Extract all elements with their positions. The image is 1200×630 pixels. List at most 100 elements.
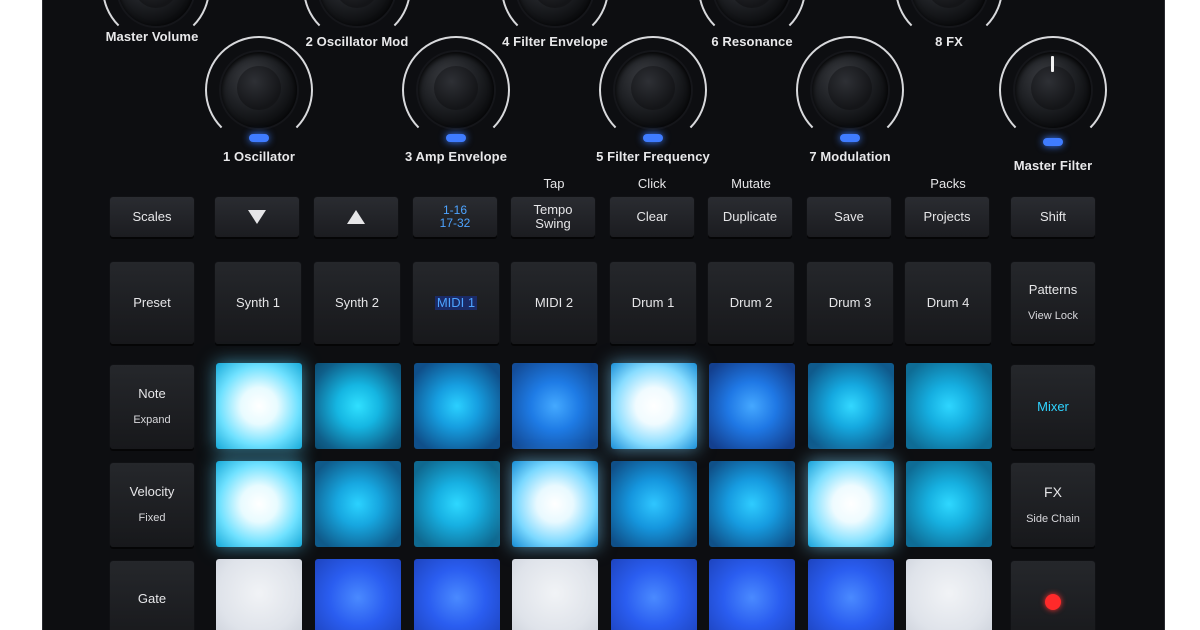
gate-button[interactable]: Gate [110, 561, 194, 630]
preset-button[interactable]: Preset [110, 262, 194, 344]
label-filter-envelope: 4 Filter Envelope [502, 34, 608, 49]
pad[interactable] [216, 461, 302, 547]
shift-label-click: Click [637, 176, 667, 191]
label-master-volume: Master Volume [105, 29, 199, 44]
pad[interactable] [709, 461, 795, 547]
page-label-2: 17-32 [439, 216, 471, 230]
label-master-filter: Master Filter [1013, 158, 1093, 173]
pad[interactable] [709, 559, 795, 630]
pad[interactable] [906, 559, 992, 630]
clear-label: Clear [636, 209, 668, 225]
pad[interactable] [512, 363, 598, 449]
expand-label: Expand [133, 414, 171, 427]
pad[interactable] [216, 363, 302, 449]
label-oscillator: 1 Oscillator [222, 149, 296, 164]
pad[interactable] [512, 461, 598, 547]
patterns-button[interactable]: Patterns View Lock [1011, 262, 1095, 344]
knob-master-filter[interactable] [999, 36, 1107, 146]
arrow-down-icon [248, 210, 266, 224]
groovebox-device: Master Volume 2 Oscillator Mod 4 Filter … [42, 0, 1165, 630]
position-tick [1051, 56, 1054, 72]
note-button[interactable]: Note Expand [110, 365, 194, 449]
track-label: Drum 1 [631, 295, 675, 311]
patterns-label: Patterns [1028, 282, 1078, 298]
up-arrow-button[interactable] [314, 197, 398, 237]
track-label: Synth 2 [334, 295, 380, 311]
pad[interactable] [414, 559, 500, 630]
fx-label: FX [1044, 483, 1062, 500]
pad[interactable] [906, 363, 992, 449]
mixer-button[interactable]: Mixer [1011, 365, 1095, 449]
shift-label: Shift [1039, 209, 1066, 225]
save-button[interactable]: Save [807, 197, 891, 237]
projects-button[interactable]: Projects [905, 197, 989, 237]
track-drum-2-button[interactable]: Drum 2 [708, 262, 794, 344]
fixed-label: Fixed [138, 512, 166, 525]
page-button[interactable]: 1-16 17-32 [413, 197, 497, 237]
label-modulation: 7 Modulation [809, 149, 891, 164]
pad[interactable] [611, 559, 697, 630]
label-amp-envelope: 3 Amp Envelope [404, 149, 508, 164]
track-drum-3-button[interactable]: Drum 3 [807, 262, 893, 344]
track-label-active: MIDI 1 [434, 295, 478, 311]
gate-label: Gate [137, 591, 167, 606]
duplicate-label: Duplicate [722, 209, 778, 225]
swing-label: Swing [535, 216, 571, 231]
pad[interactable] [611, 363, 697, 449]
side-chain-label: Side Chain [1026, 512, 1080, 525]
tempo-label: Tempo [533, 202, 573, 218]
label-fx-knob: 8 FX [935, 34, 963, 49]
pad[interactable] [414, 363, 500, 449]
pad[interactable] [611, 461, 697, 547]
pad[interactable] [808, 559, 894, 630]
track-drum-4-button[interactable]: Drum 4 [905, 262, 991, 344]
knob-3-amp-envelope[interactable] [402, 36, 510, 144]
tempo-button[interactable]: Tempo Swing [511, 197, 595, 237]
track-midi-1-button[interactable]: MIDI 1 [413, 262, 499, 344]
record-button[interactable] [1011, 561, 1095, 630]
view-lock-label: View Lock [1028, 310, 1078, 323]
knob-7-modulation[interactable] [796, 36, 904, 144]
record-icon [1045, 594, 1061, 610]
knob-1-oscillator[interactable] [205, 36, 313, 144]
pad[interactable] [315, 461, 401, 547]
down-arrow-button[interactable] [215, 197, 299, 237]
label-filter-frequency: 5 Filter Frequency [596, 149, 710, 164]
shift-label-tap: Tap [543, 176, 565, 191]
track-label: Drum 3 [828, 295, 872, 311]
velocity-button[interactable]: Velocity Fixed [110, 463, 194, 547]
pad[interactable] [808, 363, 894, 449]
shift-label-mutate: Mutate [731, 176, 771, 191]
track-midi-2-button[interactable]: MIDI 2 [511, 262, 597, 344]
preset-label: Preset [133, 295, 171, 311]
label-oscillator-mod: 2 Oscillator Mod [305, 34, 409, 49]
knob-5-filter-frequency[interactable] [599, 36, 707, 144]
fx-button[interactable]: FX Side Chain [1011, 463, 1095, 547]
duplicate-button[interactable]: Duplicate [708, 197, 792, 237]
shift-button[interactable]: Shift [1011, 197, 1095, 237]
pad[interactable] [216, 559, 302, 630]
projects-label: Projects [923, 209, 971, 225]
track-label: Drum 4 [926, 295, 970, 311]
pad[interactable] [315, 363, 401, 449]
velocity-label: Velocity [129, 484, 175, 500]
track-label: Synth 1 [235, 295, 281, 311]
pad[interactable] [414, 461, 500, 547]
pad[interactable] [709, 363, 795, 449]
label-resonance: 6 Resonance [711, 34, 793, 49]
arrow-up-icon [347, 210, 365, 224]
shift-label-packs: Packs [930, 176, 966, 191]
note-label: Note [138, 386, 166, 402]
track-drum-1-button[interactable]: Drum 1 [610, 262, 696, 344]
track-synth-1-button[interactable]: Synth 1 [215, 262, 301, 344]
pad[interactable] [906, 461, 992, 547]
scales-button[interactable]: Scales [110, 197, 194, 237]
pad[interactable] [315, 559, 401, 630]
pad[interactable] [512, 559, 598, 630]
clear-button[interactable]: Clear [610, 197, 694, 237]
track-label: Drum 2 [729, 295, 773, 311]
track-synth-2-button[interactable]: Synth 2 [314, 262, 400, 344]
track-label: MIDI 2 [534, 295, 574, 311]
scales-label: Scales [132, 209, 172, 225]
pad[interactable] [808, 461, 894, 547]
